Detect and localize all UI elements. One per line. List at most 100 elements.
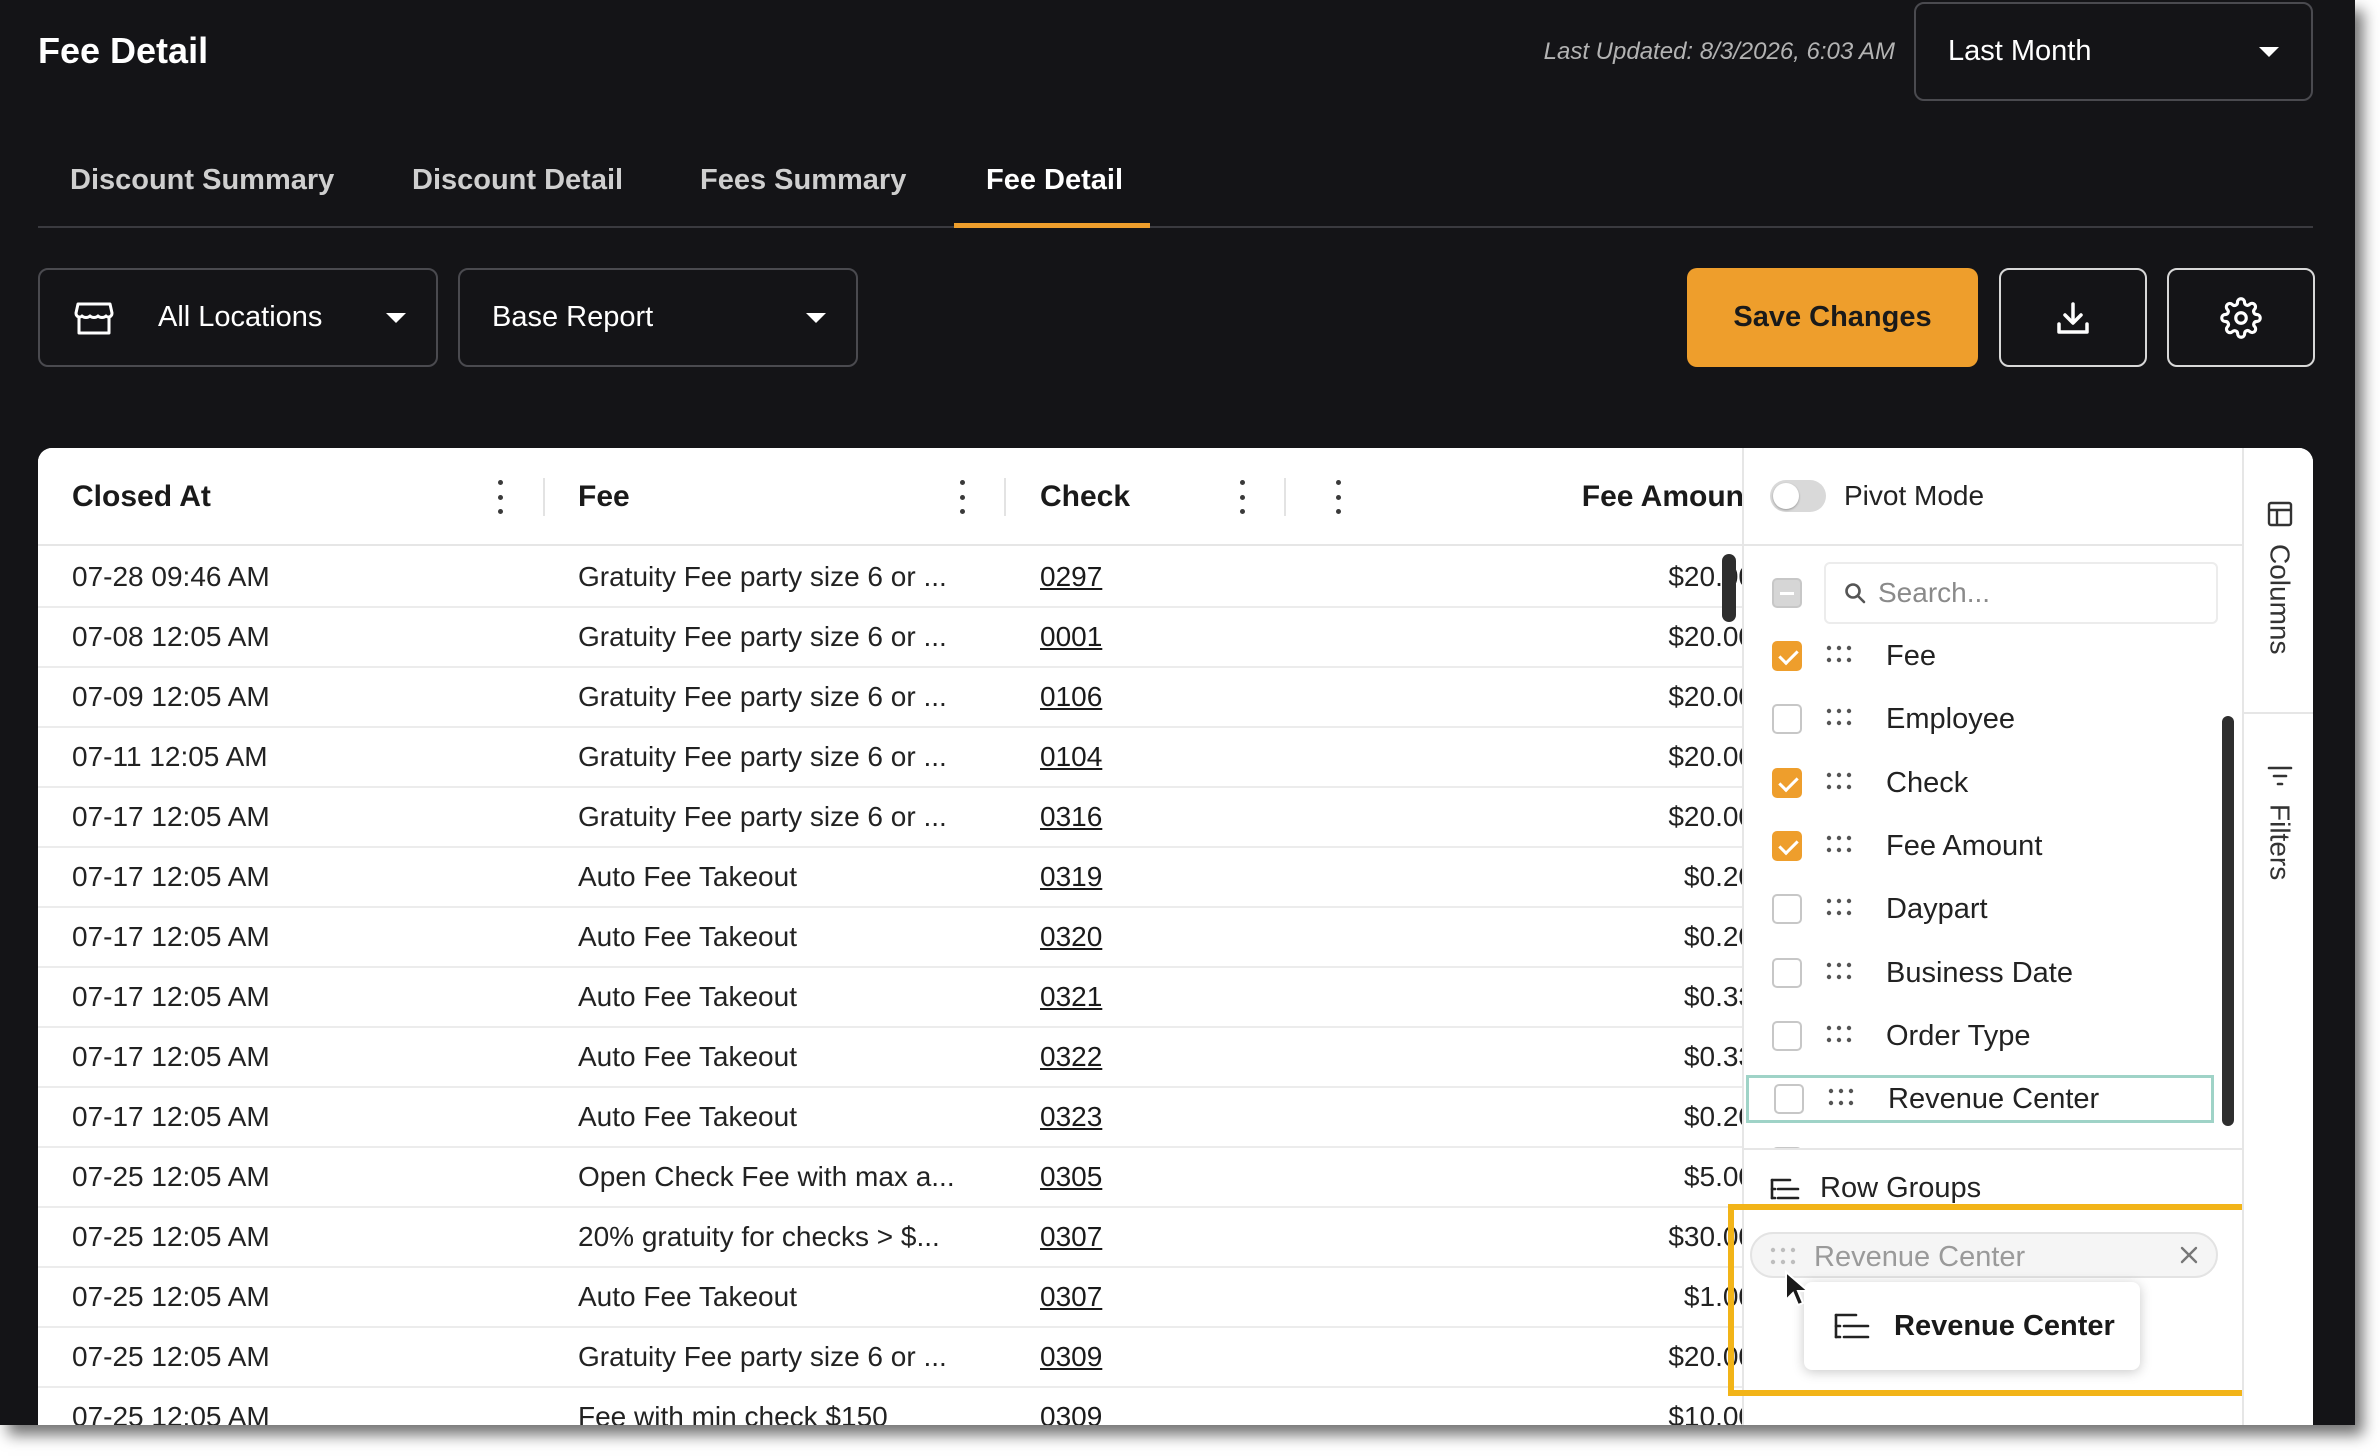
save-changes-button[interactable]: Save Changes xyxy=(1687,268,1978,367)
check-link[interactable]: 0297 xyxy=(1040,548,1240,606)
pivot-mode-toggle[interactable] xyxy=(1770,480,1826,512)
column-list-item[interactable]: Revenue Center xyxy=(1746,1075,2214,1124)
column-header-check[interactable]: Check xyxy=(1040,448,1130,546)
column-list-item[interactable]: Business Date xyxy=(1744,949,2214,997)
drag-handle-icon[interactable] xyxy=(1826,834,1852,854)
tab-fee-detail[interactable]: Fee Detail xyxy=(986,164,1123,197)
filters-tool-tab[interactable]: Filters xyxy=(2244,764,2313,880)
tab-discount-summary[interactable]: Discount Summary xyxy=(70,164,334,197)
column-list-item-label: Fee Amount xyxy=(1886,829,2043,862)
table-row[interactable]: 07-17 12:05 AM Auto Fee Takeout 0321 $0.33 xyxy=(38,968,1742,1028)
column-visibility-checkbox[interactable] xyxy=(1772,830,1802,861)
report-dropdown[interactable]: Base Report xyxy=(458,268,858,367)
table-row[interactable]: 07-08 12:05 AM Gratuity Fee party size 6 … xyxy=(38,608,1742,668)
download-button[interactable] xyxy=(1999,268,2147,367)
cell-fee-amount: $20.00 xyxy=(1668,681,1742,712)
column-header-fee-amount[interactable]: Fee Amount xyxy=(1438,448,1742,546)
table-row[interactable]: 07-25 12:05 AM Fee with min check $150 030… xyxy=(38,1388,1742,1425)
table-row[interactable]: 07-28 09:46 AM Gratuity Fee party size 6 … xyxy=(38,548,1742,608)
check-link[interactable]: 0309 xyxy=(1040,1388,1240,1425)
select-all-checkbox[interactable] xyxy=(1772,578,1802,608)
check-link[interactable]: 0320 xyxy=(1040,908,1240,966)
column-visibility-checkbox[interactable] xyxy=(1772,894,1802,925)
column-menu-icon[interactable] xyxy=(1334,480,1342,514)
column-visibility-checkbox[interactable] xyxy=(1772,641,1802,671)
settings-button[interactable] xyxy=(2167,268,2315,367)
column-resize-handle[interactable] xyxy=(543,478,545,516)
tab-discount-detail[interactable]: Discount Detail xyxy=(412,164,623,197)
column-header-closed-at[interactable]: Closed At xyxy=(72,448,211,546)
drag-handle-icon[interactable] xyxy=(1828,1087,1854,1107)
check-link[interactable]: 0323 xyxy=(1040,1088,1240,1146)
column-search-box[interactable] xyxy=(1824,562,2218,624)
table-row[interactable]: 07-09 12:05 AM Gratuity Fee party size 6 … xyxy=(38,668,1742,728)
drag-handle-icon[interactable] xyxy=(1826,771,1852,791)
table-row[interactable]: 07-25 12:05 AM Auto Fee Takeout 0307 $1.00 xyxy=(38,1268,1742,1328)
table-row[interactable]: 07-25 12:05 AM Open Check Fee with max a.… xyxy=(38,1148,1742,1208)
locations-dropdown[interactable]: All Locations xyxy=(38,268,438,367)
cell-fee: 20% gratuity for checks > $... xyxy=(578,1221,940,1252)
column-list-item[interactable]: Daypart xyxy=(1744,885,2214,933)
column-header-fee[interactable]: Fee xyxy=(578,448,630,546)
search-icon xyxy=(1845,583,1866,604)
column-list-item[interactable]: Fee xyxy=(1744,632,2214,680)
column-visibility-checkbox[interactable] xyxy=(1772,1020,1802,1051)
column-list-item[interactable]: Employee xyxy=(1744,695,2214,743)
drag-handle-icon[interactable] xyxy=(1826,644,1852,664)
column-visibility-checkbox[interactable] xyxy=(1772,704,1802,735)
column-list-item[interactable]: Order Type xyxy=(1744,1012,2214,1060)
drag-handle-icon[interactable] xyxy=(1826,961,1852,981)
column-list-item[interactable]: Fee Amount xyxy=(1744,822,2214,870)
cell-fee: Gratuity Fee party size 6 or ... xyxy=(578,621,947,652)
cell-fee: Fee with min check $150 xyxy=(578,1401,888,1425)
table-row[interactable]: 07-17 12:05 AM Auto Fee Takeout 0319 $0.20 xyxy=(38,848,1742,908)
check-link[interactable]: 0307 xyxy=(1040,1208,1240,1266)
drag-handle-icon xyxy=(1770,1247,1796,1265)
column-list-item[interactable]: Fee Type xyxy=(1744,1138,2214,1148)
report-tabs: Discount Summary Discount Detail Fees Su… xyxy=(38,150,2313,228)
close-icon[interactable] xyxy=(2176,1242,2202,1268)
column-resize-handle[interactable] xyxy=(1284,478,1286,516)
row-groups-label: Row Groups xyxy=(1820,1172,1982,1204)
column-list-item[interactable]: Check xyxy=(1744,759,2214,807)
drag-handle-icon[interactable] xyxy=(1826,1024,1852,1044)
check-link[interactable]: 0309 xyxy=(1040,1328,1240,1386)
cell-fee-amount: $20.00 xyxy=(1668,621,1742,652)
tab-fees-summary[interactable]: Fees Summary xyxy=(700,164,906,197)
check-link[interactable]: 0307 xyxy=(1040,1268,1240,1326)
column-menu-icon[interactable] xyxy=(496,480,504,514)
row-group-pill[interactable]: Revenue Center xyxy=(1750,1232,2218,1278)
check-link[interactable]: 0001 xyxy=(1040,608,1240,666)
column-resize-handle[interactable] xyxy=(1004,478,1006,516)
table-row[interactable]: 07-11 12:05 AM Gratuity Fee party size 6 … xyxy=(38,728,1742,788)
table-row[interactable]: 07-17 12:05 AM Auto Fee Takeout 0322 $0.33 xyxy=(38,1028,1742,1088)
table-row[interactable]: 07-17 12:05 AM Auto Fee Takeout 0323 $0.20 xyxy=(38,1088,1742,1148)
cell-closed-at: 07-11 12:05 AM xyxy=(72,741,268,772)
column-visibility-checkbox[interactable] xyxy=(1772,957,1802,988)
check-link[interactable]: 0319 xyxy=(1040,848,1240,906)
column-menu-icon[interactable] xyxy=(1238,480,1246,514)
column-list-scrollbar[interactable] xyxy=(2222,716,2234,1126)
column-visibility-checkbox[interactable] xyxy=(1772,767,1802,798)
check-link[interactable]: 0322 xyxy=(1040,1028,1240,1086)
table-row[interactable]: 07-17 12:05 AM Gratuity Fee party size 6 … xyxy=(38,788,1742,848)
row-groups-drop-zone[interactable]: Revenue Center Revenue Center xyxy=(1728,1204,2260,1396)
divider xyxy=(1744,1148,2244,1150)
columns-tool-tab[interactable]: Columns xyxy=(2244,500,2313,654)
check-link[interactable]: 0104 xyxy=(1040,728,1240,786)
check-link[interactable]: 0106 xyxy=(1040,668,1240,726)
column-search-input[interactable] xyxy=(1878,577,2198,609)
drag-handle-icon[interactable] xyxy=(1826,707,1852,727)
table-row[interactable]: 07-25 12:05 AM Gratuity Fee party size 6 … xyxy=(38,1328,1742,1388)
column-visibility-checkbox[interactable] xyxy=(1774,1084,1804,1115)
check-link[interactable]: 0316 xyxy=(1040,788,1240,846)
cell-fee: Gratuity Fee party size 6 or ... xyxy=(578,1341,947,1372)
table-row[interactable]: 07-25 12:05 AM 20% gratuity for checks > … xyxy=(38,1208,1742,1268)
grid-scrollbar[interactable] xyxy=(1722,554,1736,622)
period-dropdown[interactable]: Last Month xyxy=(1914,2,2313,101)
check-link[interactable]: 0305 xyxy=(1040,1148,1240,1206)
check-link[interactable]: 0321 xyxy=(1040,968,1240,1026)
column-menu-icon[interactable] xyxy=(958,480,966,514)
table-row[interactable]: 07-17 12:05 AM Auto Fee Takeout 0320 $0.20 xyxy=(38,908,1742,968)
drag-handle-icon[interactable] xyxy=(1826,897,1852,917)
